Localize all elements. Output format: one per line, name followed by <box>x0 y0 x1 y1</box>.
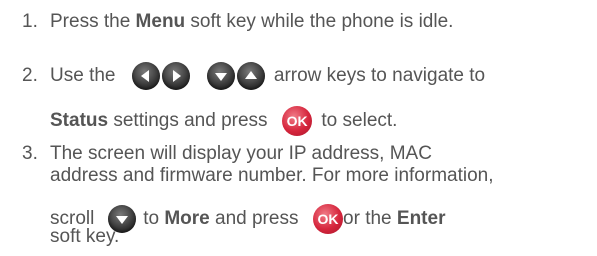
step-2: 2. Use the arrow keys to navigate to <box>22 62 485 90</box>
step-3-line-2: address and firmware number. For more in… <box>50 165 494 187</box>
step-text: to select. <box>321 110 398 132</box>
arrow-left-icon <box>132 62 161 90</box>
step-text: or the <box>343 208 397 230</box>
step-text: address and firmware number. For more in… <box>50 165 494 186</box>
step-1: 1. Press the Menu soft key while the phon… <box>22 11 453 33</box>
step-number: 3. <box>22 143 38 164</box>
step-2-line-2: Status settings and press OK to select. <box>50 106 397 136</box>
step-text: settings and press <box>108 110 268 132</box>
step-number: 2. <box>22 65 38 87</box>
step-text: Use the <box>50 65 116 87</box>
arrow-right-icon <box>162 62 191 90</box>
step-text: The screen will display your IP address,… <box>50 143 432 164</box>
step-number: 1. <box>22 11 38 32</box>
more-label: More <box>164 208 210 230</box>
step-text: soft key. <box>50 226 120 247</box>
menu-key-label: Menu <box>135 11 186 32</box>
ok-key-icon: OK <box>282 106 313 136</box>
arrow-down-icon <box>206 62 235 90</box>
step-3: 3. The screen will display your IP addres… <box>22 143 432 165</box>
status-label: Status <box>50 110 109 132</box>
step-text: and press <box>209 208 299 230</box>
step-text: soft key while the phone is idle. <box>185 11 454 32</box>
step-text: Press the <box>50 11 136 32</box>
step-text: to <box>143 208 165 230</box>
ok-key-icon: OK <box>313 204 344 234</box>
step-text: arrow keys to navigate to <box>273 65 486 87</box>
enter-label: Enter <box>396 208 446 230</box>
arrow-up-icon <box>236 62 265 90</box>
step-3-line-4: soft key. <box>50 226 119 248</box>
